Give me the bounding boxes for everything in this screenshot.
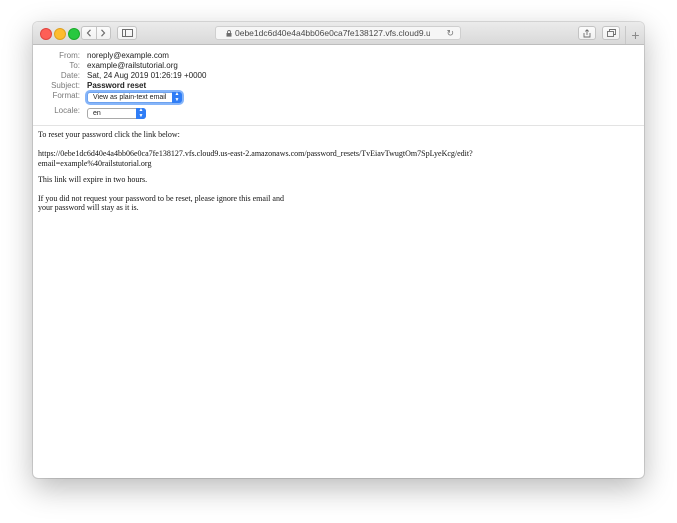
from-value: noreply@example.com — [87, 51, 169, 60]
to-label: To: — [69, 61, 80, 70]
expiry-text: This link will expire in two hours. — [38, 175, 148, 184]
back-icon — [86, 29, 91, 37]
new-tab-button[interactable]: + — [625, 26, 644, 44]
tab-overview-button[interactable] — [602, 26, 620, 40]
ignore-text-line-1: If you did not request your password to … — [38, 193, 284, 203]
format-select[interactable]: View as plain-text email ▲ ▼ — [87, 91, 182, 103]
sidebar-icon — [121, 29, 133, 37]
tabs-icon — [606, 29, 616, 37]
from-label: From: — [59, 51, 80, 60]
locale-select[interactable]: en ▲ ▼ — [87, 107, 146, 119]
address-bar[interactable]: 0ebe1dc6d40e4a4bb06e0ca7fe138127.vfs.clo… — [215, 26, 461, 40]
locale-label: Locale: — [54, 106, 80, 115]
reset-link-line-1[interactable]: https://0ebe1dc6d40e4a4bb06e0ca7fe138127… — [38, 149, 638, 159]
intro-text: To reset your password click the link be… — [38, 130, 180, 139]
email-header: From: noreply@example.com To: example@ra… — [33, 45, 644, 126]
reload-icon[interactable]: ↻ — [446, 28, 454, 39]
browser-window: 0ebe1dc6d40e4a4bb06e0ca7fe138127.vfs.clo… — [33, 22, 644, 478]
lock-icon — [226, 29, 232, 37]
plus-icon: + — [631, 27, 640, 43]
close-window-button[interactable] — [40, 28, 52, 40]
chevron-updown-icon: ▲ ▼ — [136, 107, 146, 119]
subject-value: Password reset — [87, 81, 147, 90]
date-value: Sat, 24 Aug 2019 01:26:19 +0000 — [87, 71, 207, 80]
to-value: example@railstutorial.org — [87, 61, 178, 70]
date-label: Date: — [60, 71, 80, 80]
subject-label: Subject: — [51, 81, 80, 90]
sidebar-button[interactable] — [117, 26, 137, 40]
title-bar: 0ebe1dc6d40e4a4bb06e0ca7fe138127.vfs.clo… — [33, 22, 644, 45]
forward-icon — [101, 29, 106, 37]
chevron-updown-icon: ▲ ▼ — [172, 91, 182, 103]
navigation-buttons — [81, 26, 111, 40]
reset-link-line-2[interactable]: email=example%40railstutorial.org — [38, 159, 638, 169]
back-button[interactable] — [82, 27, 97, 39]
ignore-text-line-2: your password will stay as it is. — [38, 203, 139, 212]
forward-button[interactable] — [97, 27, 111, 39]
share-button[interactable] — [578, 26, 596, 40]
locale-select-value: en — [93, 110, 101, 117]
url-text: 0ebe1dc6d40e4a4bb06e0ca7fe138127.vfs.clo… — [235, 28, 430, 38]
minimize-window-button[interactable] — [54, 28, 66, 40]
zoom-window-button[interactable] — [68, 28, 80, 40]
format-select-value: View as plain-text email — [93, 94, 167, 101]
format-label: Format: — [52, 91, 80, 100]
share-icon — [583, 28, 591, 37]
